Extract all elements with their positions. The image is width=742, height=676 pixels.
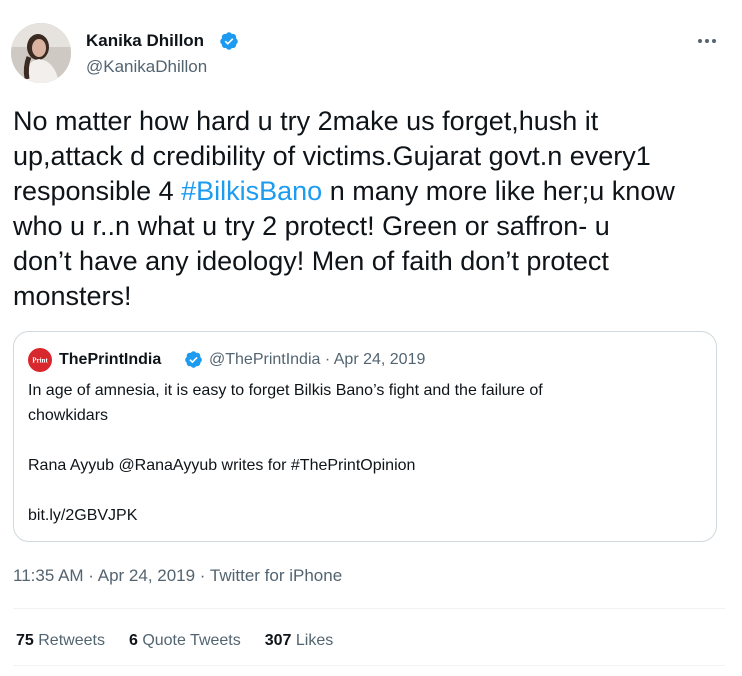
quoted-text-gap xyxy=(28,428,704,453)
tweet-text-line: monsters! xyxy=(13,281,132,311)
verified-badge-icon xyxy=(185,351,202,368)
quoted-tweet-text: In age of amnesia, it is easy to forget … xyxy=(28,378,704,528)
engagement-stats: 75 Retweets 6 Quote Tweets 307 Likes xyxy=(16,630,357,652)
quoted-text-line: Rana Ayyub @RanaAyyub writes for #ThePri… xyxy=(28,457,416,474)
retweets-count: 75 xyxy=(16,632,34,649)
likes-stat[interactable]: 307 Likes xyxy=(265,630,334,652)
likes-label: Likes xyxy=(295,632,334,649)
tweet-text-line: responsible 4 #BilkisBano n many more li… xyxy=(13,174,725,209)
retweets-label: Retweets xyxy=(38,632,105,649)
quoted-author-avatar: Print xyxy=(28,348,52,372)
author-name[interactable]: Kanika Dhillon xyxy=(86,30,204,52)
tweet-text-line: No matter how hard u try 2make us forget… xyxy=(13,106,599,136)
more-options-button[interactable] xyxy=(693,31,721,51)
author-avatar-image xyxy=(11,23,71,83)
author-avatar[interactable] xyxy=(11,23,71,83)
tweet-card: Kanika Dhillon @KanikaDhillon No matter … xyxy=(0,0,742,676)
quoted-text-line: In age of amnesia, it is easy to forget … xyxy=(28,382,543,399)
more-options-icon xyxy=(698,39,716,43)
quote-tweets-stat[interactable]: 6 Quote Tweets xyxy=(129,630,241,652)
quoted-author-name: ThePrintIndia xyxy=(59,351,162,368)
author-handle[interactable]: @KanikaDhillon xyxy=(86,56,207,78)
tweet-text-line: don’t have any ideology! Men of faith do… xyxy=(13,246,609,276)
tweet-text-line: who u r..n what u try 2 protect! Green o… xyxy=(13,211,610,241)
divider xyxy=(13,665,725,666)
verified-badge-icon xyxy=(220,32,238,50)
quoted-text-gap xyxy=(28,478,704,503)
tweet-text: No matter how hard u try 2make us forget… xyxy=(13,104,725,314)
tweet-text-fragment: n many more like her;u know xyxy=(322,176,675,206)
tweet-text-fragment: responsible 4 xyxy=(13,176,182,206)
quote-tweets-count: 6 xyxy=(128,632,138,649)
tweet-text-line: up,attack d credibility of victims.Gujar… xyxy=(13,141,651,171)
quoted-text-line: chowkidars xyxy=(28,407,109,424)
divider xyxy=(13,608,725,609)
tweet-timestamp[interactable]: 11:35 AM · Apr 24, 2019 · Twitter for iP… xyxy=(13,565,342,587)
quoted-author-meta: @ThePrintIndia · Apr 24, 2019 xyxy=(209,351,426,368)
likes-count: 307 xyxy=(264,632,292,649)
quoted-text-link[interactable]: bit.ly/2GBVJPK xyxy=(28,503,704,528)
quote-tweets-label: Quote Tweets xyxy=(142,632,241,649)
quoted-author-avatar-text: Print xyxy=(32,357,48,365)
retweets-stat[interactable]: 75 Retweets xyxy=(16,630,105,652)
hashtag-link[interactable]: #BilkisBano xyxy=(181,176,322,206)
quoted-tweet[interactable]: Print ThePrintIndia @ThePrintIndia · Apr… xyxy=(13,331,717,542)
